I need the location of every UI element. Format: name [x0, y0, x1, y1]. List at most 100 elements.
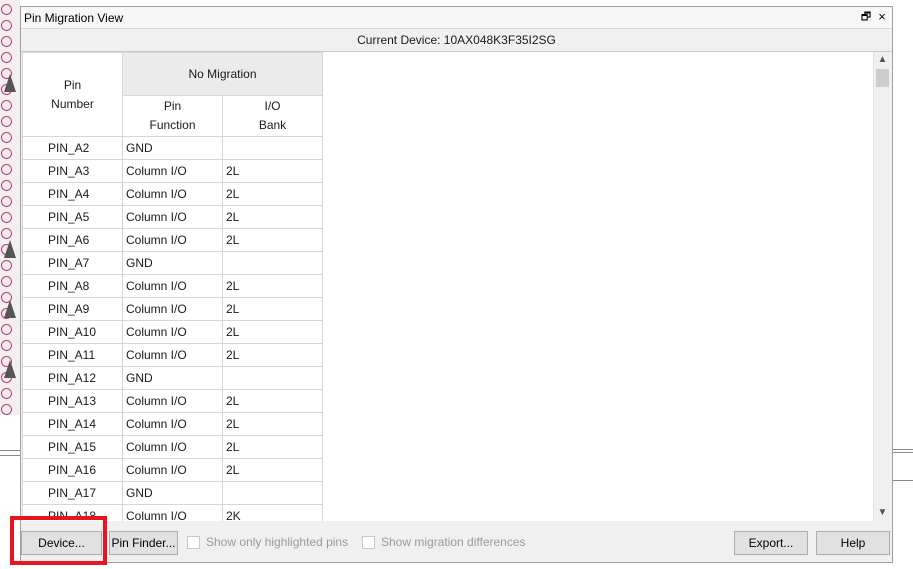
background-ring	[1, 20, 12, 31]
pin-number-cell[interactable]: PIN_A15	[22, 435, 123, 459]
show-highlighted-label: Show only highlighted pins	[206, 535, 349, 549]
pin-function-cell[interactable]: Column I/O	[122, 343, 223, 367]
table-row[interactable]: PIN_A8 Column I/O 2L	[22, 274, 323, 298]
window-title: Pin Migration View	[24, 11, 124, 25]
scroll-down-icon[interactable]: ▼	[874, 505, 891, 521]
table-row[interactable]: PIN_A6 Column I/O 2L	[22, 228, 323, 252]
io-bank-cell[interactable]: 2L	[222, 297, 323, 321]
pin-number-cell[interactable]: PIN_A6	[22, 228, 123, 252]
pin-function-cell[interactable]: Column I/O	[122, 159, 223, 183]
table-row[interactable]: PIN_A16 Column I/O 2L	[22, 458, 323, 482]
table-row[interactable]: PIN_A10 Column I/O 2L	[22, 320, 323, 344]
checkbox-icon[interactable]	[187, 535, 200, 549]
io-bank-cell[interactable]: 2L	[222, 228, 323, 252]
export-button[interactable]: Export...	[734, 531, 808, 555]
io-bank-cell[interactable]	[222, 366, 323, 390]
io-bank-cell[interactable]	[222, 251, 323, 275]
io-bank-cell[interactable]: 2L	[222, 274, 323, 298]
pin-function-cell[interactable]: Column I/O	[122, 504, 223, 521]
pin-function-cell[interactable]: GND	[122, 481, 223, 505]
pin-function-cell[interactable]: GND	[122, 366, 223, 390]
table-row[interactable]: PIN_A2 GND	[22, 136, 323, 160]
background-ring	[1, 324, 12, 335]
pin-number-cell[interactable]: PIN_A17	[22, 481, 123, 505]
pin-number-cell[interactable]: PIN_A18	[22, 504, 123, 521]
table-row[interactable]: PIN_A9 Column I/O 2L	[22, 297, 323, 321]
pin-number-cell[interactable]: PIN_A4	[22, 182, 123, 206]
checkbox-icon[interactable]	[362, 535, 375, 549]
col-header-pin-number-text: Pin Number	[51, 77, 94, 111]
pin-number-cell[interactable]: PIN_A10	[22, 320, 123, 344]
pin-function-cell[interactable]: Column I/O	[122, 182, 223, 206]
pin-function-cell[interactable]: Column I/O	[122, 320, 223, 344]
show-highlighted-checkbox[interactable]: Show only highlighted pins	[187, 535, 348, 549]
col-header-io-bank-text: I/O Bank	[258, 99, 287, 132]
pin-function-cell[interactable]: GND	[122, 136, 223, 160]
table-row[interactable]: PIN_A18 Column I/O 2K	[22, 504, 323, 521]
table-row[interactable]: PIN_A17 GND	[22, 481, 323, 505]
table-row[interactable]: PIN_A4 Column I/O 2L	[22, 182, 323, 206]
table-row[interactable]: PIN_A5 Column I/O 2L	[22, 205, 323, 229]
device-button[interactable]: Device...	[21, 531, 102, 555]
table-row[interactable]: PIN_A12 GND	[22, 366, 323, 390]
background-ring	[1, 260, 12, 271]
table-row[interactable]: PIN_A3 Column I/O 2L	[22, 159, 323, 183]
io-bank-cell[interactable]: 2L	[222, 412, 323, 436]
scroll-thumb[interactable]	[876, 69, 889, 87]
pin-number-cell[interactable]: PIN_A5	[22, 205, 123, 229]
pin-number-cell[interactable]: PIN_A14	[22, 412, 123, 436]
pin-number-cell[interactable]: PIN_A9	[22, 297, 123, 321]
io-bank-cell[interactable]: 2L	[222, 320, 323, 344]
io-bank-cell[interactable]: 2L	[222, 435, 323, 459]
pin-function-cell[interactable]: Column I/O	[122, 412, 223, 436]
pin-number-cell[interactable]: PIN_A7	[22, 251, 123, 275]
close-icon[interactable]: ×	[875, 9, 889, 25]
background-ring	[1, 196, 12, 207]
col-group-no-migration[interactable]: No Migration	[122, 52, 323, 96]
pin-function-cell[interactable]: GND	[122, 251, 223, 275]
io-bank-cell[interactable]: 2K	[222, 504, 323, 521]
pin-number-cell[interactable]: PIN_A16	[22, 458, 123, 482]
table-row[interactable]: PIN_A13 Column I/O 2L	[22, 389, 323, 413]
pin-function-cell[interactable]: Column I/O	[122, 389, 223, 413]
col-header-pin-number[interactable]: Pin Number	[22, 52, 123, 137]
col-header-pin-function[interactable]: Pin Function	[122, 95, 223, 137]
pin-number-cell[interactable]: PIN_A11	[22, 343, 123, 367]
pin-number-cell[interactable]: PIN_A2	[22, 136, 123, 160]
io-bank-cell[interactable]: 2L	[222, 159, 323, 183]
col-header-io-bank[interactable]: I/O Bank	[222, 95, 323, 137]
pin-number-cell[interactable]: PIN_A12	[22, 366, 123, 390]
pin-function-cell[interactable]: Column I/O	[122, 435, 223, 459]
table-row[interactable]: PIN_A11 Column I/O 2L	[22, 343, 323, 367]
vertical-scrollbar[interactable]: ▲ ▼	[873, 52, 891, 521]
background-ring	[1, 52, 12, 63]
io-bank-cell[interactable]: 2L	[222, 343, 323, 367]
pin-function-cell[interactable]: Column I/O	[122, 458, 223, 482]
background-triangle	[4, 240, 16, 258]
help-button[interactable]: Help	[816, 531, 890, 555]
pin-function-cell[interactable]: Column I/O	[122, 274, 223, 298]
pin-number-cell[interactable]: PIN_A8	[22, 274, 123, 298]
pin-finder-button[interactable]: Pin Finder...	[109, 531, 178, 555]
io-bank-cell[interactable]: 2L	[222, 205, 323, 229]
scroll-up-icon[interactable]: ▲	[874, 52, 891, 68]
io-bank-cell[interactable]: 2L	[222, 458, 323, 482]
pin-function-cell[interactable]: Column I/O	[122, 228, 223, 252]
table-row[interactable]: PIN_A15 Column I/O 2L	[22, 435, 323, 459]
io-bank-cell[interactable]: 2L	[222, 182, 323, 206]
background-ring	[1, 116, 12, 127]
restore-icon[interactable]: 🗗	[859, 9, 873, 25]
table-row[interactable]: PIN_A14 Column I/O 2L	[22, 412, 323, 436]
pin-function-cell[interactable]: Column I/O	[122, 297, 223, 321]
pin-function-cell[interactable]: Column I/O	[122, 205, 223, 229]
pin-number-cell[interactable]: PIN_A3	[22, 159, 123, 183]
show-differences-checkbox[interactable]: Show migration differences	[362, 535, 526, 549]
io-bank-cell[interactable]	[222, 136, 323, 160]
background-ring	[1, 164, 12, 175]
io-bank-cell[interactable]	[222, 481, 323, 505]
io-bank-cell[interactable]: 2L	[222, 389, 323, 413]
pin-number-cell[interactable]: PIN_A13	[22, 389, 123, 413]
table-row[interactable]: PIN_A7 GND	[22, 251, 323, 275]
background-ring	[1, 228, 12, 239]
background-ring	[1, 4, 12, 15]
